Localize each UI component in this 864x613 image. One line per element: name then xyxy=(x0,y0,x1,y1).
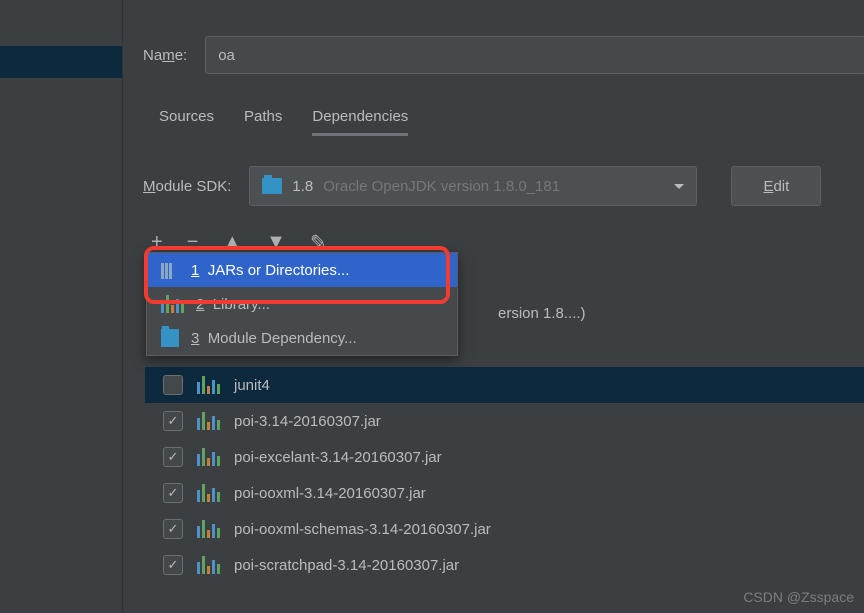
sidebar-selected-item[interactable] xyxy=(0,46,122,78)
chevron-down-icon xyxy=(674,184,684,189)
watermark: CSDN @Zsspace xyxy=(743,589,854,605)
edit-button[interactable]: Edit xyxy=(731,166,821,206)
library-icon xyxy=(161,295,184,313)
name-label: Name: xyxy=(143,47,187,64)
tab-paths[interactable]: Paths xyxy=(244,108,282,136)
add-icon[interactable]: + xyxy=(151,231,163,254)
library-icon xyxy=(197,556,220,574)
add-popup: 1 JARs or Directories... 2 Library... 3 … xyxy=(146,252,458,356)
sidebar xyxy=(0,0,122,613)
up-icon[interactable]: ▲ xyxy=(222,231,242,254)
tab-dependencies[interactable]: Dependencies xyxy=(312,108,408,136)
library-icon xyxy=(197,520,220,538)
table-row[interactable]: ✓ poi-3.14-20160307.jar xyxy=(151,403,864,439)
library-icon xyxy=(197,448,220,466)
table-row[interactable]: ✓ poi-ooxml-3.14-20160307.jar xyxy=(151,475,864,511)
checkbox-checked[interactable]: ✓ xyxy=(163,483,183,503)
remove-icon[interactable]: − xyxy=(187,231,199,254)
dependency-list: ✓ junit4 ✓ poi-3.14-20160307.jar ✓ poi-e… xyxy=(151,367,864,583)
truncated-text: ersion 1.8....) xyxy=(498,305,586,322)
dep-label: junit4 xyxy=(234,377,270,394)
checkbox-checked[interactable]: ✓ xyxy=(163,555,183,575)
popup-library[interactable]: 2 Library... xyxy=(147,287,457,321)
jar-icon xyxy=(161,261,179,279)
folder-icon xyxy=(262,178,282,194)
dep-label: poi-excelant-3.14-20160307.jar xyxy=(234,449,442,466)
checkbox-checked[interactable]: ✓ xyxy=(163,447,183,467)
name-row: Name: xyxy=(123,0,864,74)
name-input[interactable] xyxy=(205,36,864,74)
down-icon[interactable]: ▼ xyxy=(266,231,286,254)
table-row[interactable]: ✓ poi-excelant-3.14-20160307.jar xyxy=(151,439,864,475)
library-icon xyxy=(197,484,220,502)
dep-label: poi-ooxml-3.14-20160307.jar xyxy=(234,485,426,502)
sdk-version: 1.8 xyxy=(292,178,313,195)
tab-sources[interactable]: Sources xyxy=(159,108,214,136)
popup-module-dependency[interactable]: 3 Module Dependency... xyxy=(147,321,457,355)
checkbox-checked[interactable]: ✓ xyxy=(163,411,183,431)
library-icon xyxy=(197,412,220,430)
library-icon xyxy=(197,376,220,394)
module-icon xyxy=(161,329,179,347)
dep-label: poi-ooxml-schemas-3.14-20160307.jar xyxy=(234,521,491,538)
sdk-detail: Oracle OpenJDK version 1.8.0_181 xyxy=(323,178,560,195)
tabs: Sources Paths Dependencies xyxy=(159,108,864,136)
dep-label: poi-3.14-20160307.jar xyxy=(234,413,381,430)
dep-label: poi-scratchpad-3.14-20160307.jar xyxy=(234,557,459,574)
popup-jars[interactable]: 1 JARs or Directories... xyxy=(147,253,457,287)
table-row[interactable]: ✓ poi-ooxml-schemas-3.14-20160307.jar xyxy=(151,511,864,547)
table-row[interactable]: ✓ junit4 xyxy=(145,367,864,403)
sdk-select[interactable]: 1.8 Oracle OpenJDK version 1.8.0_181 xyxy=(249,166,697,206)
table-row[interactable]: ✓ poi-scratchpad-3.14-20160307.jar xyxy=(151,547,864,583)
sdk-label: Module SDK: xyxy=(143,178,231,195)
checkbox-checked[interactable]: ✓ xyxy=(163,519,183,539)
checkbox-empty[interactable]: ✓ xyxy=(163,375,183,395)
sdk-row: Module SDK: 1.8 Oracle OpenJDK version 1… xyxy=(143,166,864,206)
